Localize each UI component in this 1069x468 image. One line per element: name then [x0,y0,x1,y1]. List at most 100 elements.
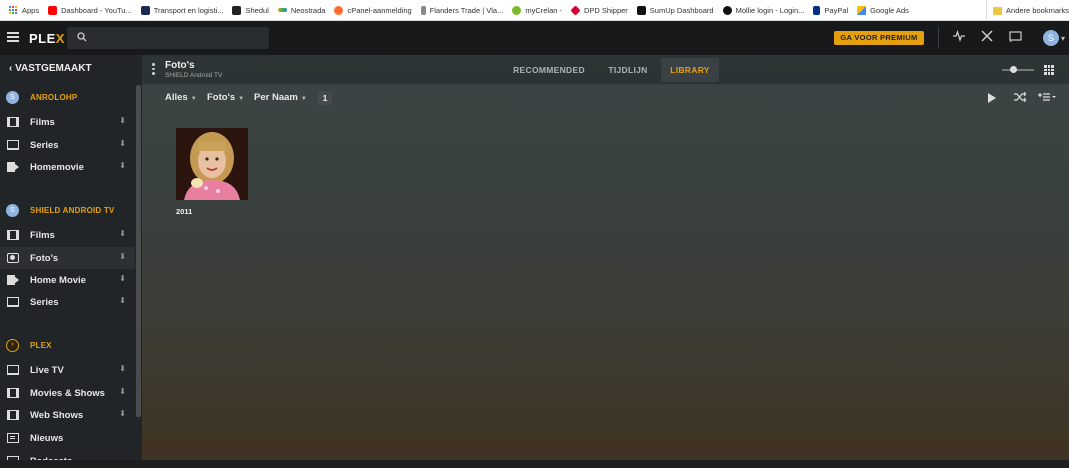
grid-view-icon[interactable] [1044,65,1054,75]
chevron-down-icon[interactable]: ▾ [1061,34,1065,43]
add-to-playlist-icon[interactable] [1038,92,1056,105]
sort-dropdown[interactable]: Per Naam ▼ [254,92,307,103]
avatar[interactable]: S [1043,30,1059,46]
server-avatar: S [6,90,19,104]
sidebar-item-homemovie[interactable]: Homemovie ⬇ [0,156,135,178]
section-label: ANROLOHP [30,92,78,102]
filter-fotos-dropdown[interactable]: Foto's ▼ [207,92,244,103]
bookmark-apps[interactable]: Apps [9,5,40,15]
folder-icon [993,6,1003,15]
sidebar-item-fotos[interactable]: Foto's ⬇ [0,247,135,269]
bookmark-dpd[interactable]: DPD Shipper [570,4,628,16]
bookmark-transport[interactable]: Transport en logisti... [140,5,224,15]
library-header: Foto's SHIELD Android TV RECOMMENDED TIJ… [142,55,1069,85]
plex-chevron-icon: › [6,338,19,352]
pin-icon[interactable]: ⬇ [119,409,126,418]
bookmark-cpanel[interactable]: cPanel-aanmelding [334,5,412,15]
pin-icon[interactable]: ⬇ [119,116,126,125]
camera-icon [7,253,19,263]
zoom-slider[interactable] [1002,69,1034,71]
pin-icon[interactable]: ⬇ [119,387,126,396]
sidebar-section-plex[interactable]: › PLEX [0,334,135,356]
sidebar-item-films[interactable]: Films ⬇ [0,111,135,133]
bookmark-mycrelan[interactable]: myCrelan - [512,5,562,15]
bookmark-label: Mollie login - Login... [735,5,805,15]
sidebar-item-films[interactable]: Films ⬇ [0,224,135,246]
bookmark-shedul[interactable]: Shedul [232,5,269,15]
search-input[interactable] [67,27,269,49]
more-options-icon[interactable] [152,63,155,77]
tab-library[interactable]: LIBRARY [661,58,719,82]
tv-icon [7,297,19,307]
bookmark-label: Flanders Trade | Vla... [429,5,504,15]
tv-icon [7,140,19,150]
filter-alles-dropdown[interactable]: Alles ▼ [165,92,197,103]
sidebar-item-live-tv[interactable]: Live TV ⬇ [0,359,135,381]
sidebar-item-series[interactable]: Series ⬇ [0,291,135,313]
settings-icon[interactable] [979,30,995,46]
film-icon [7,230,19,240]
pin-icon[interactable]: ⬇ [119,161,126,170]
caret-down-icon: ▼ [190,96,197,102]
sidebar-item-label: Web Shows [30,409,84,421]
status-strip [0,460,1069,468]
apps-grid-icon [9,5,18,15]
photo-album-thumbnail[interactable] [176,128,248,200]
bookmark-paypal[interactable]: PayPal [813,5,848,15]
other-bookmarks[interactable]: Andere bookmarks [986,0,1069,20]
other-bookmarks-label: Andere bookmarks [1006,6,1069,15]
zoom-slider-handle[interactable] [1010,66,1017,73]
pin-icon[interactable]: ⬇ [119,229,126,238]
bookmark-favicon-icon [420,5,426,15]
bookmark-label: cPanel-aanmelding [347,5,412,15]
plex-logo[interactable]: PLEX [29,31,65,46]
play-icon[interactable] [988,93,996,103]
dpd-icon [570,4,581,16]
sidebar-item-web-shows[interactable]: Web Shows ⬇ [0,404,135,426]
sidebar-item-home-movie[interactable]: Home Movie ⬇ [0,269,135,291]
tab-recommended[interactable]: RECOMMENDED [508,58,590,82]
bookmark-youtube[interactable]: Dashboard - YouTu... [48,5,132,15]
menu-icon[interactable] [7,32,19,42]
cpanel-icon [334,5,344,15]
bookmark-mollie[interactable]: Mollie login - Login... [722,5,805,15]
bookmark-label: Shedul [245,5,269,15]
bookmark-label: Apps [22,5,40,15]
cast-icon[interactable] [1007,30,1023,46]
activity-icon[interactable] [951,29,967,46]
sidebar-item-nieuws[interactable]: Nieuws [0,427,135,449]
sidebar-item-series[interactable]: Series ⬇ [0,134,135,156]
album-title[interactable]: 2011 [176,207,192,216]
pin-icon[interactable]: ⬇ [119,296,126,305]
bookmark-neostrada[interactable]: Neostrada [277,6,325,15]
video-camera-icon [7,410,19,420]
bookmark-google-ads[interactable]: Google Ads [857,5,909,15]
bookmark-flanders[interactable]: Flanders Trade | Vla... [420,5,504,15]
sidebar-section-shield[interactable]: S SHIELD ANDROID TV [0,199,135,221]
pinned-header[interactable]: ‹ VASTGEMAAKT [9,63,92,74]
pin-icon[interactable]: ⬇ [119,364,126,373]
sidebar-section-anrolohp[interactable]: S ANROLOHP [0,86,135,108]
mollie-icon [722,5,732,15]
shuffle-icon[interactable] [1014,91,1027,105]
bookmark-label: Transport en logisti... [153,5,224,15]
sumup-icon [636,5,646,15]
search-icon [77,32,87,45]
library-title: Foto's [165,60,195,71]
pin-icon[interactable]: ⬇ [119,252,126,261]
pin-icon[interactable]: ⬇ [119,139,126,148]
sidebar-item-movies-shows[interactable]: Movies & Shows ⬇ [0,382,135,404]
caret-down-icon: ▼ [238,96,245,102]
bookmark-label: Dashboard - YouTu... [61,5,132,15]
film-icon [7,117,19,127]
google-ads-icon [857,5,867,15]
sidebar-item-label: Series [30,139,59,151]
pin-icon[interactable]: ⬇ [119,274,126,283]
go-premium-button[interactable]: GA VOOR PREMIUM [834,31,924,45]
bookmark-sumup[interactable]: SumUp Dashboard [636,5,714,15]
sidebar-item-label: Series [30,296,59,308]
tab-tijdlijn[interactable]: TIJDLIJN [600,58,656,82]
sidebar-scrollbar[interactable] [136,85,141,417]
logo-text: PLE [29,31,56,46]
bookmark-favicon-icon [512,5,522,15]
